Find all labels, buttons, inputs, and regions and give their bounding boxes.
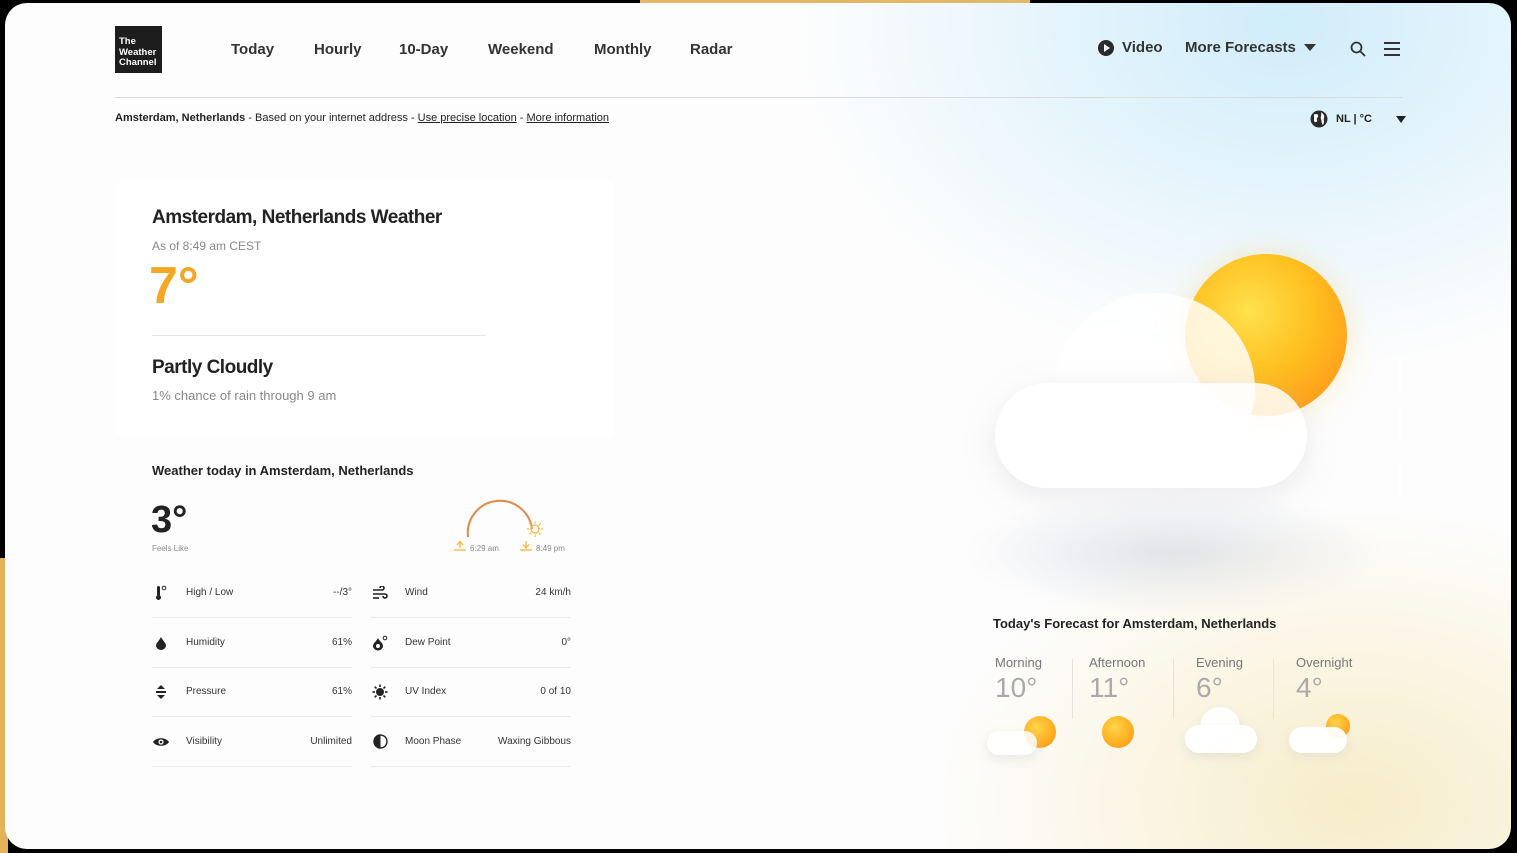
- forecast-period-overnight[interactable]: Overnight 4°: [1296, 655, 1396, 704]
- chevron-down-icon: [1396, 115, 1406, 123]
- tab-radar[interactable]: Radar: [690, 41, 733, 58]
- forecast-title: Today's Forecast for Amsterdam, Netherla…: [993, 616, 1277, 631]
- current-conditions-card: Amsterdam, Netherlands Weather As of 8:4…: [115, 181, 615, 436]
- detail-label: Humidity: [186, 637, 225, 648]
- more-information-link[interactable]: More information: [527, 112, 610, 124]
- detail-label: High / Low: [186, 587, 234, 598]
- uv-icon: [371, 683, 389, 701]
- scroll-indicator: [1399, 458, 1401, 498]
- period-temperature: 10°: [995, 672, 1038, 703]
- sunrise-time: 6:29 am: [470, 544, 499, 553]
- sun-icon: [527, 521, 543, 537]
- location-source-text: - Based on your internet address -: [245, 112, 418, 124]
- sunrise-icon: [454, 540, 466, 551]
- tab-weekend[interactable]: Weekend: [488, 41, 554, 58]
- moon-icon: [371, 733, 389, 751]
- weather-channel-logo[interactable]: The Weather Channel: [115, 26, 162, 73]
- detail-row-humidity: Humidity 61%: [152, 618, 352, 668]
- tab-10-day[interactable]: 10-Day: [399, 41, 448, 58]
- detail-value: Unlimited: [310, 736, 352, 747]
- period-temperature: 11°: [1089, 672, 1130, 703]
- detail-label: Moon Phase: [405, 736, 462, 747]
- period-name: Evening: [1196, 655, 1243, 670]
- locale-unit-selector[interactable]: NL | °C: [1310, 110, 1406, 128]
- search-icon[interactable]: [1350, 41, 1366, 57]
- period-temperature: 6°: [1196, 672, 1223, 703]
- droplet-icon: [152, 634, 170, 652]
- header-divider: [115, 97, 1403, 98]
- sunset-icon: [520, 541, 532, 551]
- logo-line-1: The: [119, 36, 136, 47]
- play-icon: [1098, 39, 1114, 56]
- detail-label: UV Index: [405, 686, 447, 697]
- feels-like-label: Feels Like: [152, 544, 189, 553]
- detail-value: 0 of 10: [540, 686, 571, 697]
- hamburger-menu-icon[interactable]: [1384, 42, 1400, 56]
- period-name: Afternoon: [1089, 655, 1146, 670]
- detail-value: 24 km/h: [535, 587, 571, 598]
- detail-row-moon-phase: Moon Phase Waxing Gibbous: [371, 717, 571, 767]
- detail-row-wind: Wind 24 km/h: [371, 568, 571, 618]
- tab-monthly[interactable]: Monthly: [594, 41, 652, 58]
- location-separator: -: [516, 112, 527, 124]
- detail-label: Pressure: [186, 686, 227, 697]
- location-bar: Amsterdam, Netherlands - Based on your i…: [115, 112, 609, 124]
- detail-label: Visibility: [186, 736, 222, 747]
- unit-label: NL | °C: [1336, 113, 1372, 125]
- scroll-indicator: [1399, 355, 1401, 395]
- forecast-divider: [1273, 659, 1274, 719]
- forecast-divider: [1072, 659, 1073, 719]
- dew-point-icon: [371, 634, 389, 652]
- chevron-down-icon: [1303, 44, 1316, 51]
- forecast-divider: [1173, 659, 1174, 719]
- detail-label: Dew Point: [405, 637, 451, 648]
- sunset-time: 8:49 pm: [536, 544, 565, 553]
- logo-line-3: Channel: [119, 57, 157, 68]
- browser-window: The Weather Channel Today Hourly 10-Day …: [5, 3, 1511, 849]
- hero-cloud-icon: [995, 293, 1307, 488]
- detail-value: --/3°: [333, 587, 352, 598]
- detail-row-high-low: High / Low --/3°: [152, 568, 352, 618]
- globe-icon: [1310, 110, 1328, 128]
- eye-icon: [152, 733, 170, 751]
- detail-row-dew-point: Dew Point 0°: [371, 618, 571, 668]
- observation-time: As of 8:49 am CEST: [152, 239, 262, 253]
- current-condition: Partly Cloudly: [152, 357, 273, 378]
- feels-like-value: 3°: [151, 499, 188, 541]
- detail-row-pressure: Pressure 61%: [152, 667, 352, 717]
- detail-value: 0°: [561, 637, 571, 648]
- forecast-period-evening[interactable]: Evening 6°: [1196, 655, 1296, 704]
- period-temperature: 4°: [1296, 672, 1323, 703]
- forecast-period-morning[interactable]: Morning 10°: [995, 655, 1095, 704]
- rain-chance: 1% chance of rain through 9 am: [152, 388, 337, 403]
- scroll-indicator: [1399, 408, 1401, 446]
- tab-hourly[interactable]: Hourly: [314, 41, 362, 58]
- location-name: Amsterdam, Netherlands: [115, 112, 246, 124]
- wind-icon: [371, 584, 389, 602]
- sun-icon: [1102, 716, 1134, 748]
- use-precise-location-link[interactable]: Use precise location: [418, 112, 517, 124]
- detail-value: 61%: [331, 637, 352, 648]
- thermometer-icon: [152, 584, 170, 602]
- current-title: Amsterdam, Netherlands Weather: [152, 207, 442, 228]
- today-details-title: Weather today in Amsterdam, Netherlands: [152, 463, 414, 478]
- detail-row-uv-index: UV Index 0 of 10: [371, 667, 571, 717]
- detail-row-visibility: Visibility Unlimited: [152, 717, 352, 767]
- current-temperature: 7°: [149, 257, 199, 315]
- forecast-period-afternoon[interactable]: Afternoon 11°: [1089, 655, 1189, 704]
- video-label: Video: [1122, 39, 1163, 56]
- detail-value: 61%: [331, 686, 352, 697]
- detail-value: Waxing Gibbous: [498, 736, 571, 747]
- video-button[interactable]: Video: [1098, 39, 1163, 56]
- card-divider: [152, 335, 486, 336]
- detail-label: Wind: [405, 587, 428, 598]
- period-name: Morning: [995, 655, 1042, 670]
- more-forecasts-dropdown[interactable]: More Forecasts: [1185, 39, 1316, 56]
- pressure-icon: [152, 683, 170, 701]
- tab-today[interactable]: Today: [231, 41, 274, 58]
- more-forecasts-label: More Forecasts: [1185, 39, 1296, 56]
- period-name: Overnight: [1296, 655, 1353, 670]
